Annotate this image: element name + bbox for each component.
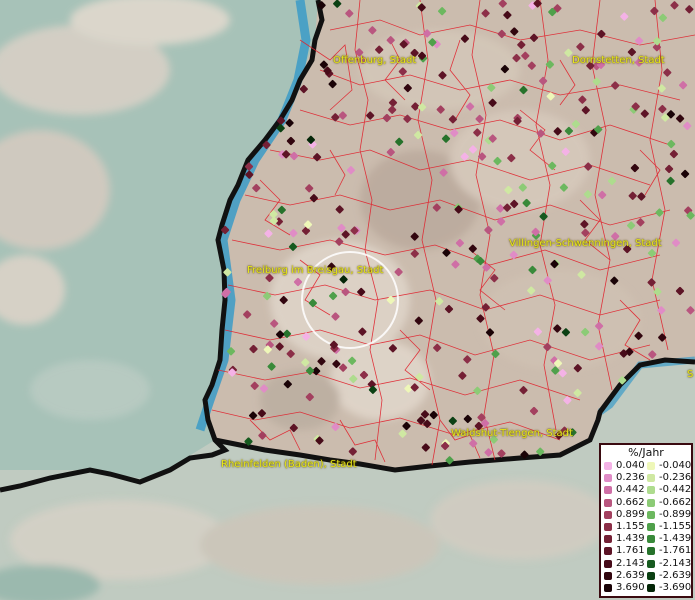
city-label-freiburg: Freiburg im Breisgau, Stadt [247,265,384,276]
legend-row: 0.442 -0.442 [604,484,694,496]
legend-row: 0.236 -0.236 [604,472,694,484]
legend-row: 2.143 -2.143 [604,557,694,570]
legend-row: 2.639 -2.639 [604,569,694,582]
legend-swatch-positive [604,486,612,495]
legend-swatch-positive [604,535,612,544]
legend-value-negative: -0.442 [659,484,692,496]
legend-row: 0.899 -0.899 [604,508,694,521]
legend-swatch-negative [647,584,655,592]
legend-value-negative: -3.690 [659,582,692,593]
city-label-villingen-schwenningen: Villingen-Schwenningen, Stadt [509,238,662,249]
legend-value-negative: -0.040 [659,460,692,471]
city-label-rheinfelden: Rheinfelden (Baden), Stadt [221,459,357,470]
legend-value-negative: -1.761 [659,545,692,557]
legend-swatch-negative [647,535,655,544]
legend-value-positive: 0.899 [616,508,645,520]
legend-title: %/Jahr [628,446,664,459]
legend-value-negative: -2.639 [659,569,692,581]
legend-swatch-negative [647,547,655,556]
legend-value-negative: -0.236 [659,472,692,484]
city-label-dornstetten: Dornstetten, Stadt [572,55,665,66]
legend-value-positive: 0.662 [616,496,645,508]
legend-swatch-positive [604,559,612,568]
legend-value-positive: 1.439 [616,533,645,545]
legend-value-positive: 2.143 [616,557,645,569]
legend-swatch-positive [604,510,612,519]
legend-swatch-positive [604,462,612,470]
legend-swatch-positive [604,584,612,592]
legend-swatch-negative [647,571,655,580]
legend-row: 0.662 -0.662 [604,496,694,509]
legend-swatch-negative [647,498,655,507]
legend-swatch-negative [647,510,655,519]
legend-value-positive: 0.040 [616,460,645,471]
legend-swatch-positive [604,571,612,580]
legend-value-positive: 3.690 [616,582,645,593]
legend-row: 1.761 -1.761 [604,545,694,557]
legend-value-negative: -0.662 [659,496,692,508]
legend-row: 0.040 -0.040 [604,460,694,472]
legend-swatch-positive [604,523,612,531]
legend-swatch-positive [604,547,612,556]
legend-value-negative: -2.143 [659,557,692,569]
legend-swatch-negative [647,462,655,470]
city-label-partial-s: S [687,369,694,380]
legend-swatch-negative [647,559,655,568]
legend-value-positive: 1.761 [616,545,645,557]
legend-swatch-positive [604,498,612,507]
map-canvas[interactable] [0,0,695,600]
legend-value-negative: -1.155 [659,521,692,532]
legend-value-negative: -1.439 [659,533,692,545]
legend-swatch-negative [647,523,655,531]
map-view[interactable]: Offenburg, Stadt Dornstetten, Stadt Vill… [0,0,695,600]
legend: %/Jahr 0.040 -0.040 0.236 -0.236 0.442 -0.442… [599,443,693,598]
legend-row: 1.155 -1.155 [604,521,694,533]
city-label-offenburg: Offenburg, Stadt [333,55,417,66]
legend-value-negative: -0.899 [659,508,692,520]
legend-swatch-negative [647,474,655,483]
legend-value-positive: 0.236 [616,472,645,484]
city-label-waldshut-tiengen: Waldshut-Tiengen, Stadt [451,428,573,439]
legend-value-positive: 2.639 [616,569,645,581]
legend-row: 3.690 -3.690 [604,582,694,594]
legend-swatch-positive [604,474,612,483]
legend-value-positive: 1.155 [616,521,645,532]
legend-value-positive: 0.442 [616,484,645,496]
legend-swatch-negative [647,486,655,495]
legend-row: 1.439 -1.439 [604,533,694,545]
